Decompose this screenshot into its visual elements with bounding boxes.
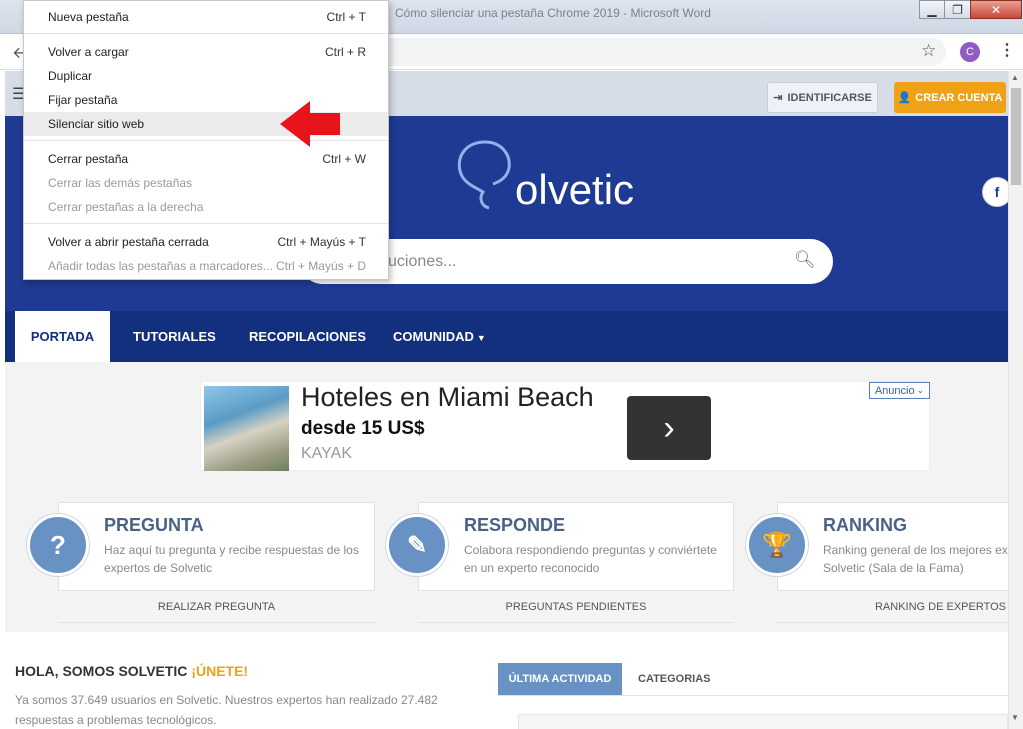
menu-item-bookmark-all: Añadir todas las pestañas a marcadores..… [48,259,366,273]
welcome-text: respuestas a problemas tecnológicos. [15,713,217,727]
menu-item-close-others: Cerrar las demás pestañas [48,176,193,190]
user-plus-icon: 👤 [897,92,912,104]
login-button[interactable]: ⇥ IDENTIFICARSE [767,82,878,113]
menu-item-close-tab[interactable]: Cerrar pestaña Ctrl + W [24,147,388,171]
trophy-icon: 🏆 [746,514,808,576]
menu-item-reload[interactable]: Volver a cargar Ctrl + R [24,40,388,64]
vertical-scrollbar[interactable]: ▲ ▼ [1008,71,1023,729]
main-nav: PORTADA TUTORIALES RECOPILACIONES COMUNI… [5,311,1008,362]
card-desc: Ranking general de los mejores ex [823,543,1008,557]
tab-ultima-actividad[interactable]: ÚLTIMA ACTIVIDAD [498,663,622,695]
card-desc: en un experto reconocido [464,561,600,575]
ad-banner[interactable]: Hoteles en Miami Beach desde 15 US$ KAYA… [200,381,930,471]
ask-question-button[interactable]: REALIZAR PREGUNTA [58,590,375,622]
menu-separator [24,33,388,34]
card-title: RESPONDE [464,515,566,535]
scroll-down-icon[interactable]: ▼ [1011,713,1019,722]
tab-categorias[interactable]: CATEGORIAS [638,663,711,695]
search-icon[interactable]: 🔍︎ [794,250,816,270]
card-title: RANKING [823,515,907,535]
menu-item-close-right: Cerrar pestañas a la derecha [48,200,204,214]
logo[interactable]: S olvetic [453,136,653,216]
minimize-button[interactable]: ▁ [919,0,945,19]
pencil-icon: ✎ [386,514,448,576]
card-title: PREGUNTA [104,515,204,535]
pending-questions-button[interactable]: PREGUNTAS PENDIENTES [418,590,734,622]
ad-next-button[interactable]: › [627,396,711,460]
welcome-text: Ya somos 37.649 usuarios en Solvetic. Nu… [15,693,438,707]
question-icon: ? [27,514,89,576]
menu-item-reopen-closed[interactable]: Volver a abrir pestaña cerrada Ctrl + May… [24,230,388,254]
card-desc: Solvetic (Sala de la Fama) [823,561,964,575]
ad-subtitle: desde 15 US$ [301,418,425,439]
card-desc: Colabora respondiendo preguntas y convié… [464,543,717,557]
ranking-button[interactable]: RANKING DE EXPERTOS [777,590,1008,622]
window-title: Cómo silenciar una pestaña Chrome 2019 -… [395,6,711,20]
tab-tutoriales[interactable]: TUTORIALES [133,311,216,362]
tabs-divider [498,695,1008,696]
more-menu-icon[interactable]: ⋮ [999,40,1015,60]
ad-brand: KAYAK [301,445,352,462]
close-button[interactable]: ✕ [970,0,1022,19]
welcome-heading: HOLA, SOMOS SOLVETIC ¡ÚNETE! [15,663,249,679]
card-desc: expertos de Solvetic [104,561,213,575]
scroll-up-icon[interactable]: ▲ [1011,73,1019,82]
tab-recopilaciones[interactable]: RECOPILACIONES [249,311,366,362]
login-icon: ⇥ [773,92,783,104]
chevron-right-icon: › [663,408,675,447]
bookmark-star-icon[interactable]: ☆ [921,41,936,61]
scroll-thumb[interactable] [1011,88,1021,185]
caret-down-icon: ▼ [476,333,486,343]
activity-panel [518,714,1008,729]
profile-avatar[interactable]: C [960,42,980,62]
facebook-icon: f [994,184,1000,200]
join-link[interactable]: ¡ÚNETE! [191,663,248,679]
red-arrow-annotation [280,101,340,147]
signup-button[interactable]: 👤 CREAR CUENTA [894,82,1006,113]
ad-title: Hoteles en Miami Beach [301,382,594,412]
menu-separator [24,223,388,224]
tab-portada[interactable]: PORTADA [15,311,110,362]
logo-text: olvetic [515,166,635,213]
card-desc: Haz aquí tu pregunta y recibe respuestas… [104,543,359,557]
tab-comunidad[interactable]: COMUNIDAD ▼ [393,311,486,362]
ad-image [204,386,289,471]
maximize-button[interactable]: ❐ [944,0,971,19]
menu-item-new-tab[interactable]: Nueva pestaña Ctrl + T [24,5,388,29]
ad-badge[interactable]: Anuncio ⌄ [869,382,930,399]
menu-item-duplicate[interactable]: Duplicar [24,64,388,88]
facebook-button[interactable]: f [982,177,1008,207]
chevron-down-icon: ⌄ [916,385,925,395]
